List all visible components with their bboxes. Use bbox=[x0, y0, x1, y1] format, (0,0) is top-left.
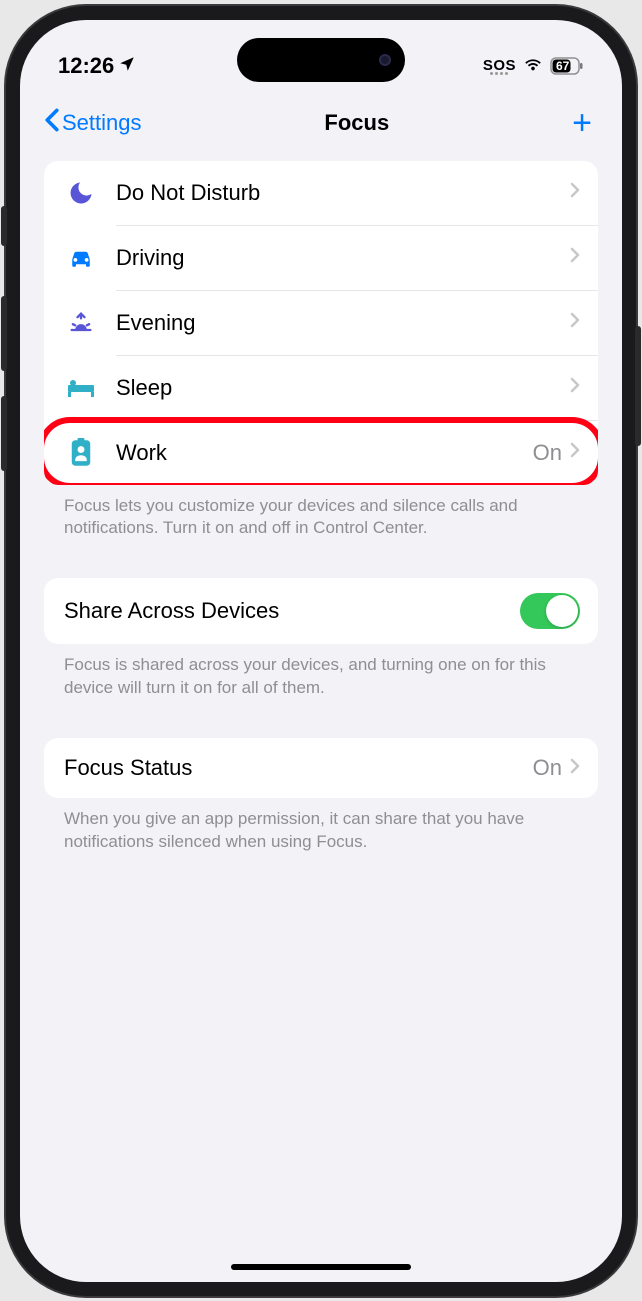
phone-frame: 12:26 SOS 67 bbox=[6, 6, 636, 1296]
moon-icon bbox=[64, 176, 98, 210]
mode-label: Sleep bbox=[116, 375, 570, 401]
silent-switch bbox=[1, 206, 7, 246]
share-footer: Focus is shared across your devices, and… bbox=[44, 644, 598, 700]
status-time: 12:26 bbox=[58, 53, 114, 79]
focus-mode-evening[interactable]: Evening bbox=[44, 291, 598, 355]
add-button[interactable]: + bbox=[572, 104, 598, 143]
focus-status-row[interactable]: Focus Status On bbox=[44, 738, 598, 798]
mode-label: Evening bbox=[116, 310, 570, 336]
focus-mode-driving[interactable]: Driving bbox=[44, 226, 598, 290]
mode-status: On bbox=[533, 440, 562, 466]
wifi-icon bbox=[522, 52, 544, 79]
share-across-devices-row: Share Across Devices bbox=[44, 578, 598, 644]
volume-up bbox=[1, 296, 7, 371]
location-icon bbox=[118, 53, 136, 79]
badge-icon bbox=[64, 436, 98, 470]
screen: 12:26 SOS 67 bbox=[20, 20, 622, 1282]
volume-down bbox=[1, 396, 7, 471]
share-devices-group: Share Across Devices bbox=[44, 578, 598, 644]
toggle-knob bbox=[546, 595, 578, 627]
bed-icon bbox=[64, 371, 98, 405]
status-right: SOS 67 bbox=[483, 52, 584, 79]
focus-status-value: On bbox=[533, 755, 562, 781]
chevron-right-icon bbox=[570, 757, 580, 780]
plus-icon: + bbox=[572, 104, 592, 142]
chevron-right-icon bbox=[570, 246, 580, 269]
mode-label: Do Not Disturb bbox=[116, 180, 570, 206]
chevron-right-icon bbox=[570, 311, 580, 334]
modes-footer: Focus lets you customize your devices an… bbox=[44, 485, 598, 541]
status-left: 12:26 bbox=[58, 53, 136, 79]
dynamic-island bbox=[237, 38, 405, 82]
back-button[interactable]: Settings bbox=[44, 108, 142, 138]
sunset-icon bbox=[64, 306, 98, 340]
focus-status-group: Focus Status On bbox=[44, 738, 598, 798]
chevron-right-icon bbox=[570, 441, 580, 464]
mode-label: Work bbox=[116, 440, 533, 466]
mode-label: Driving bbox=[116, 245, 570, 271]
focus-status-footer: When you give an app permission, it can … bbox=[44, 798, 598, 854]
chevron-right-icon bbox=[570, 181, 580, 204]
back-label: Settings bbox=[62, 110, 142, 136]
focus-status-label: Focus Status bbox=[64, 755, 533, 781]
battery-percent: 67 bbox=[556, 59, 569, 73]
page-title: Focus bbox=[324, 110, 389, 136]
home-indicator[interactable] bbox=[231, 1264, 411, 1270]
power-button bbox=[635, 326, 641, 446]
battery-icon: 67 bbox=[550, 57, 584, 75]
share-label: Share Across Devices bbox=[64, 598, 520, 624]
car-icon bbox=[64, 241, 98, 275]
focus-modes-list: Do Not Disturb Driving bbox=[44, 161, 598, 485]
cell-dots bbox=[490, 72, 508, 75]
focus-mode-work[interactable]: Work On bbox=[44, 421, 598, 485]
focus-mode-do-not-disturb[interactable]: Do Not Disturb bbox=[44, 161, 598, 225]
content: Do Not Disturb Driving bbox=[20, 161, 622, 855]
focus-mode-sleep[interactable]: Sleep bbox=[44, 356, 598, 420]
nav-bar: Settings Focus + bbox=[20, 90, 622, 161]
front-camera bbox=[379, 54, 391, 66]
share-toggle[interactable] bbox=[520, 593, 580, 629]
chevron-left-icon bbox=[44, 108, 60, 138]
chevron-right-icon bbox=[570, 376, 580, 399]
